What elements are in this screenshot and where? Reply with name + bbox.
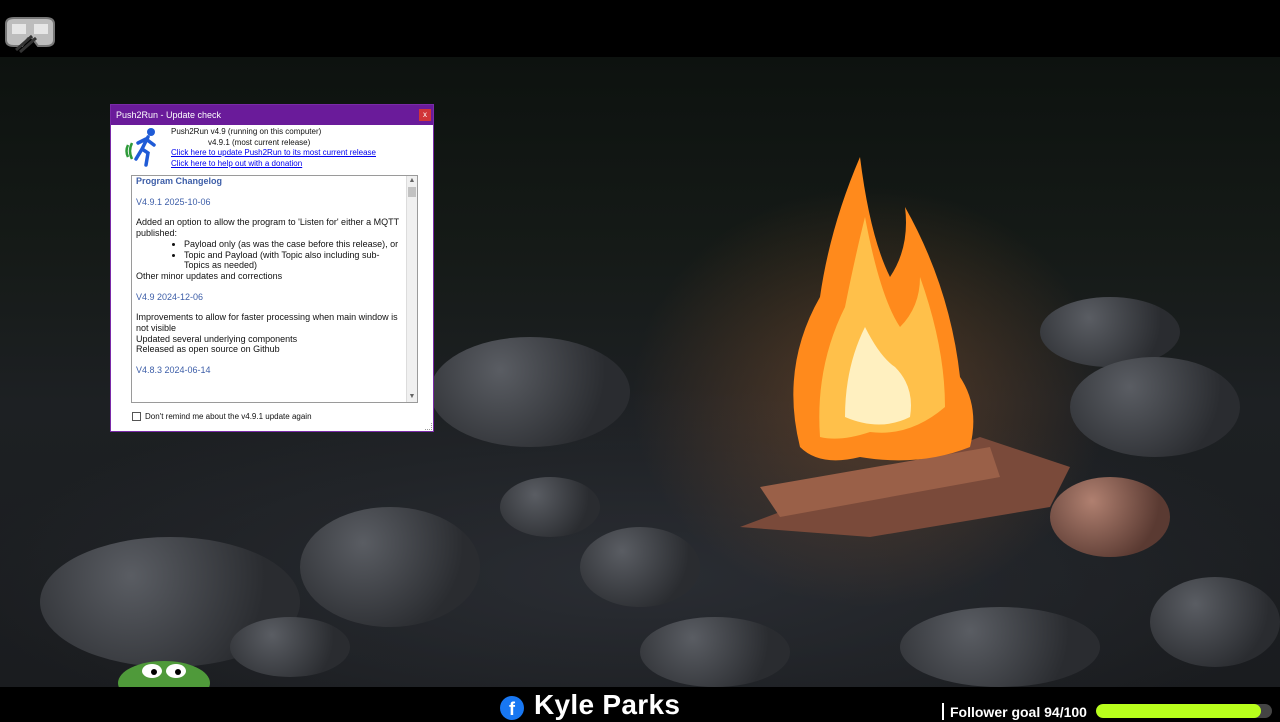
scroll-thumb[interactable] bbox=[408, 187, 416, 197]
latest-version-text: v4.9.1 (most current release) bbox=[208, 137, 311, 147]
changelog-line: Added an option to allow the program to … bbox=[136, 217, 399, 239]
dont-remind-label: Don't remind me about the v4.9.1 update … bbox=[145, 412, 312, 421]
follower-goal-fill bbox=[1096, 704, 1262, 718]
changelog-bullets: Payload only (as was the case before thi… bbox=[136, 239, 402, 271]
changelog-content: Program Changelog V4.9.1 2025-10-06 Adde… bbox=[136, 176, 402, 386]
changelog-line: Updated several underlying components bbox=[136, 333, 298, 344]
dialog-title-bar[interactable]: Push2Run - Update check x bbox=[111, 105, 433, 125]
vr-headset-icon bbox=[5, 17, 55, 54]
changelog-version: V4.9 2024-12-06 bbox=[136, 291, 204, 302]
scroll-up-arrow-icon[interactable]: ▲ bbox=[408, 177, 416, 185]
changelog-line: Improvements to allow for faster process… bbox=[136, 312, 398, 334]
donation-link[interactable]: Click here to help out with a donation bbox=[171, 159, 376, 170]
changelog-scrollbar[interactable]: ▲ ▼ bbox=[406, 176, 417, 402]
dont-remind-checkbox[interactable] bbox=[132, 412, 141, 421]
changelog-version: V4.9.1 2025-10-06 bbox=[136, 196, 211, 207]
changelog-line: Released as open source on Github bbox=[136, 344, 280, 355]
dialog-title: Push2Run - Update check bbox=[116, 110, 222, 120]
streamer-name: Kyle Parks bbox=[534, 689, 681, 720]
current-version-text: Push2Run v4.9 (running on this computer) bbox=[171, 127, 322, 136]
version-info: Push2Run v4.9 (running on this computer)… bbox=[171, 127, 376, 169]
changelog-bullet: Payload only (as was the case before thi… bbox=[184, 239, 402, 250]
changelog-box[interactable]: Program Changelog V4.9.1 2025-10-06 Adde… bbox=[131, 175, 418, 403]
campfire-flames bbox=[740, 157, 1070, 537]
follower-goal-bar bbox=[1096, 704, 1272, 718]
facebook-icon: f bbox=[500, 696, 524, 720]
changelog-line: Other minor updates and corrections bbox=[136, 270, 283, 281]
stream-top-bar bbox=[0, 0, 1280, 57]
scroll-down-arrow-icon[interactable]: ▼ bbox=[408, 393, 416, 401]
frog-emote-icon bbox=[118, 661, 210, 687]
close-button[interactable]: x bbox=[419, 109, 431, 121]
update-check-dialog: Push2Run - Update check x Push2Run v4.9 … bbox=[110, 104, 434, 432]
resize-grip-icon[interactable] bbox=[425, 423, 432, 430]
changelog-bullet: Topic and Payload (with Topic also inclu… bbox=[184, 250, 402, 271]
changelog-version: V4.8.3 2024-06-14 bbox=[136, 365, 211, 376]
update-link[interactable]: Click here to update Push2Run to its mos… bbox=[171, 148, 376, 159]
goal-divider bbox=[942, 703, 944, 720]
changelog-heading: Program Changelog bbox=[136, 176, 223, 186]
running-man-icon bbox=[125, 128, 156, 167]
follower-goal-label: Follower goal 94/100 bbox=[950, 704, 1087, 720]
remind-option[interactable]: Don't remind me about the v4.9.1 update … bbox=[132, 412, 312, 421]
